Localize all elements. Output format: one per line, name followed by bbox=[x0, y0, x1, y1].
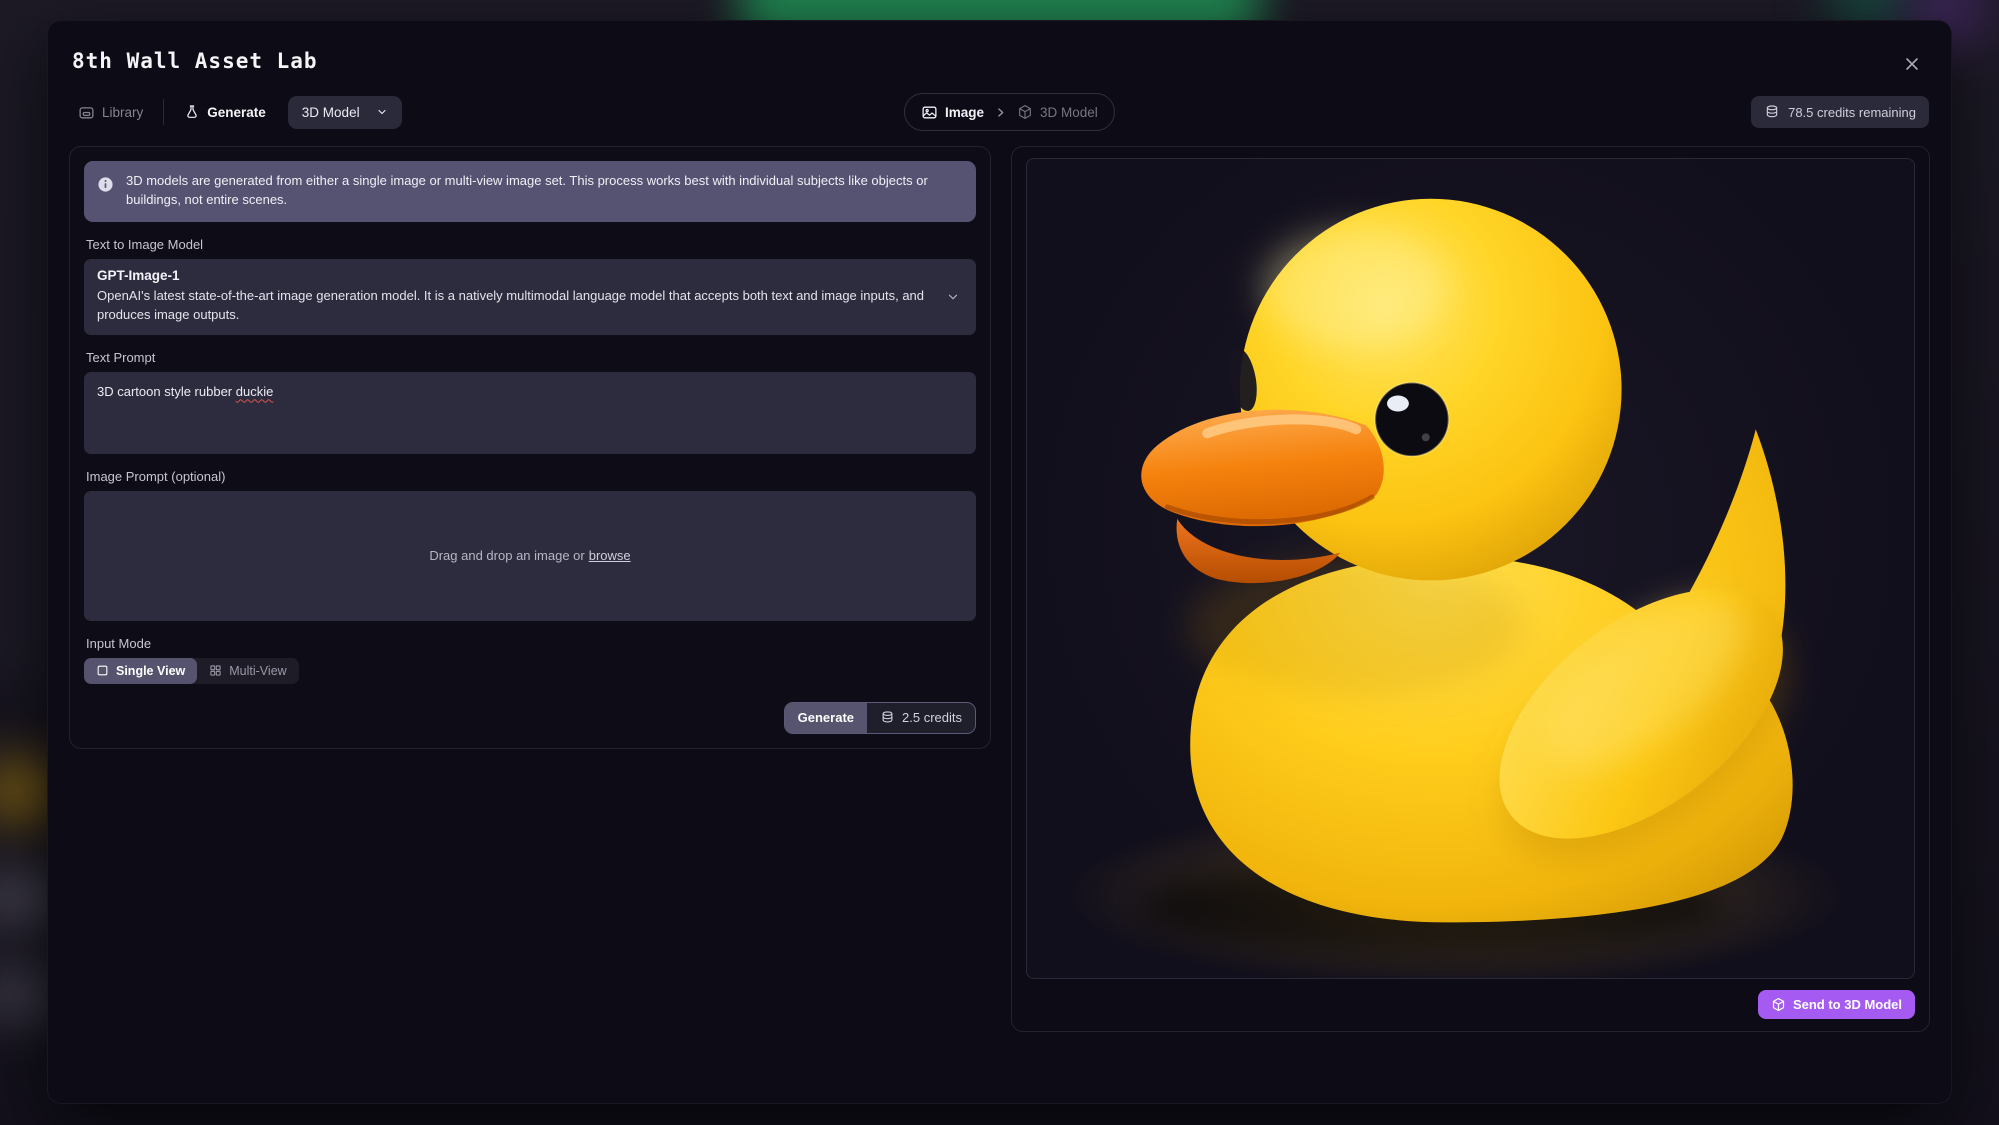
input-mode-label: Input Mode bbox=[86, 636, 974, 651]
text-to-image-model-select[interactable]: GPT-Image-1 OpenAI's latest state-of-the… bbox=[84, 259, 976, 335]
generate-button[interactable]: Generate 2.5 credits bbox=[784, 702, 976, 734]
chevron-right-icon bbox=[994, 106, 1007, 119]
page-title: 8th Wall Asset Lab bbox=[72, 49, 1925, 73]
asset-lab-modal: 8th Wall Asset Lab Library bbox=[47, 20, 1952, 1104]
generated-image-frame bbox=[1026, 158, 1915, 979]
coins-icon bbox=[1764, 104, 1780, 120]
coins-icon bbox=[880, 710, 895, 725]
credits-remaining-badge: 78.5 credits remaining bbox=[1751, 96, 1929, 128]
chevron-down-icon bbox=[946, 290, 960, 304]
image-icon bbox=[921, 104, 938, 121]
generate-type-value: 3D Model bbox=[302, 105, 360, 120]
image-prompt-label: Image Prompt (optional) bbox=[86, 469, 974, 484]
info-icon bbox=[97, 176, 114, 193]
send-to-3d-model-button[interactable]: Send to 3D Model bbox=[1758, 990, 1915, 1019]
pipeline-breadcrumb: Image 3D Model bbox=[904, 93, 1115, 131]
breadcrumb-step-image[interactable]: Image bbox=[921, 104, 984, 121]
input-mode-toggle: Single View Multi-View bbox=[84, 658, 299, 684]
dropzone-text: Drag and drop an image or bbox=[429, 548, 584, 563]
grid-icon bbox=[209, 664, 222, 677]
generate-type-dropdown[interactable]: 3D Model bbox=[288, 96, 402, 129]
single-view-option[interactable]: Single View bbox=[84, 658, 197, 684]
breadcrumb-image-label: Image bbox=[945, 105, 984, 120]
close-button[interactable] bbox=[1899, 51, 1925, 77]
divider bbox=[163, 99, 164, 125]
model-field-label: Text to Image Model bbox=[86, 237, 974, 252]
generate-cost-label: 2.5 credits bbox=[902, 710, 962, 725]
generate-cost-badge: 2.5 credits bbox=[867, 703, 975, 733]
text-prompt-value: 3D cartoon style rubber bbox=[97, 384, 236, 399]
tab-generate[interactable]: Generate bbox=[176, 98, 274, 126]
cube-icon bbox=[1017, 104, 1033, 120]
tab-library-label: Library bbox=[102, 105, 143, 120]
single-view-label: Single View bbox=[116, 664, 185, 678]
model-description: OpenAI's latest state-of-the-art image g… bbox=[97, 286, 924, 325]
multi-view-option[interactable]: Multi-View bbox=[197, 658, 298, 684]
send-to-3d-model-label: Send to 3D Model bbox=[1793, 997, 1902, 1012]
generate-row: Generate 2.5 credits bbox=[84, 702, 976, 734]
breadcrumb-3d-model-label: 3D Model bbox=[1040, 105, 1098, 120]
tab-generate-label: Generate bbox=[207, 105, 266, 120]
square-icon bbox=[96, 664, 109, 677]
info-banner: 3D models are generated from either a si… bbox=[84, 161, 976, 222]
flask-icon bbox=[184, 104, 200, 120]
text-prompt-label: Text Prompt bbox=[86, 350, 974, 365]
page-background: 8th Wall Asset Lab Library bbox=[0, 0, 1999, 1125]
breadcrumb-step-3d-model[interactable]: 3D Model bbox=[1017, 104, 1098, 120]
cube-icon bbox=[1771, 997, 1786, 1012]
generate-button-label: Generate bbox=[785, 703, 867, 733]
modal-content: 3D models are generated from either a si… bbox=[48, 146, 1951, 1032]
chevron-down-icon bbox=[376, 106, 388, 118]
preview-panel: Send to 3D Model bbox=[1011, 146, 1930, 1032]
text-prompt-misspelled-word: duckie bbox=[236, 384, 274, 399]
text-prompt-input[interactable]: 3D cartoon style rubber duckie bbox=[84, 372, 976, 454]
image-dropzone[interactable]: Drag and drop an image or browse bbox=[84, 491, 976, 621]
browse-link[interactable]: browse bbox=[589, 548, 631, 563]
library-icon bbox=[78, 104, 95, 121]
multi-view-label: Multi-View bbox=[229, 664, 286, 678]
close-icon bbox=[1904, 56, 1920, 72]
toolbar: Library Generate 3D Model bbox=[48, 93, 1951, 131]
credits-remaining-label: 78.5 credits remaining bbox=[1788, 105, 1916, 120]
modal-header: 8th Wall Asset Lab bbox=[48, 21, 1951, 73]
model-name: GPT-Image-1 bbox=[97, 268, 924, 283]
generation-form-card: 3D models are generated from either a si… bbox=[69, 146, 991, 749]
generated-image-duck bbox=[1027, 159, 1914, 978]
send-row: Send to 3D Model bbox=[1026, 990, 1915, 1019]
tab-library[interactable]: Library bbox=[70, 98, 151, 127]
info-banner-text: 3D models are generated from either a si… bbox=[126, 172, 956, 210]
